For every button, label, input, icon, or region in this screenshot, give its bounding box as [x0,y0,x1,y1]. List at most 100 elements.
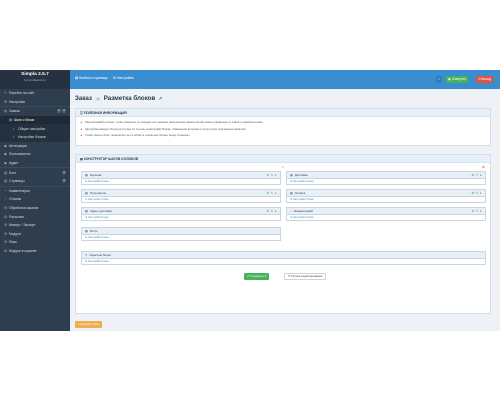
block-header[interactable]: ▦ Адрес доставки ⚙ ✎ ● [82,208,280,215]
tab-label: Настройки [116,76,134,80]
block-tools[interactable]: ⚙ ✎ ● [266,172,277,179]
block-settings-link[interactable]: ⚙ Настройки блока [82,235,280,241]
block-tools[interactable]: ⚙ ✎ ● [266,190,277,197]
block-settings-link[interactable]: ⚙ Настройки блока [82,259,485,265]
block-settings-link[interactable]: ⚙ Настройки блока [287,179,485,185]
external-link-icon[interactable]: ↗ [158,96,162,102]
chevron-down-icon[interactable]: ▾ [282,165,284,169]
block-settings-link[interactable]: ⚙ Настройки блока [82,197,280,203]
block-title: Доставка [294,173,308,177]
page-heading: Разметка блоков [103,95,156,102]
sidebar-item-steps-blocks[interactable]: ▤ Шаги и блоки [0,115,70,125]
block-title: Корзина [89,173,102,177]
warning-icon: ▲ [80,126,83,131]
block-title: Получатель [89,191,107,195]
sidebar-item-label: Модули [9,231,21,236]
badges: 3 [62,170,66,175]
link-label: Настройки блока [293,179,314,183]
sidebar-item-mailing[interactable]: ⚙ Рассылки [0,212,70,221]
breadcrumb[interactable]: Заказ [75,95,92,102]
sidebar-item-modules[interactable]: ⚙ Модули [0,230,70,239]
tab-settings[interactable]: ⚙ Настройки [113,76,134,80]
sidebar-item-label: Интеграции [9,143,27,148]
order-block[interactable]: ▦ Адрес доставки ⚙ ✎ ● ⚙ Настройки блока [81,207,281,221]
hidden-blocks-area[interactable]: ✎ Скрытые блоки ⚙ Настройки блока [81,251,486,265]
order-block[interactable]: ▦ Получатель ⚙ ✎ ● ⚙ Настройки блока [81,189,281,203]
delivery-icon: ▦ [290,173,293,177]
order-block[interactable]: ○ Комментарий ⚙ ✎ ● ⚙ Настройки блока [286,207,486,221]
save-button[interactable]: ✔ Сохранить ▾ [244,273,270,280]
crumb-badge: 0 [95,96,101,101]
order-block[interactable]: ▦ Корзина ⚙ ✎ ● ⚙ Настройки блока [81,171,281,185]
delete-icon[interactable]: ⊗ [482,165,485,169]
manual-edit-button[interactable]: ✎ Ручное редактирование [284,273,327,280]
sidebar-item-label: Страницы [9,179,25,184]
block-tools[interactable]: ⚙ ✎ ● [471,190,482,197]
block-settings-link[interactable]: ⚙ Настройки блока [82,179,280,185]
block-settings-link[interactable]: ⚙ Настройки блока [287,197,485,203]
block-header[interactable]: ▦ Корзина ⚙ ✎ ● [82,172,280,179]
sidebar-item-label: Пользователи [9,152,31,157]
sidebar-item-label: Отзывы [9,197,22,202]
sidebar-item-order-processing[interactable]: ⚙ Обработка заказов [0,204,70,213]
sidebar-item-general-settings[interactable]: • Общие настройки [0,124,70,133]
sidebar-item-comments[interactable]: ◔ Комментарии [0,187,70,196]
total-icon: ▦ [85,229,88,233]
block-header[interactable]: ✎ Скрытые блоки [82,252,485,259]
sidebar-item-blog[interactable]: ▥ Блог 3 [0,168,70,177]
sidebar-item-label: Настройки блоков [18,135,46,140]
sidebar-item-reviews[interactable]: ◔ Отзывы [0,195,70,204]
sidebar-item-label: Модули в корзине [9,248,37,253]
sidebar-item-pages[interactable]: ▥ Страницы 3 [0,177,70,186]
sidebar-item-integrations[interactable]: ◆ Интеграции [0,142,70,151]
block-header[interactable]: ▦ Итого [82,228,280,235]
link-label: Настройки блока [293,215,314,219]
link-label: Настройки блока [293,197,314,201]
block-header[interactable]: ▦ Оплата ⚙ ✎ ● [287,190,485,197]
sidebar-item-site[interactable]: ✎ Перейти на сайт [0,89,70,98]
block-header[interactable]: ▦ Получатель ⚙ ✎ ● [82,190,280,197]
brand[interactable]: Simpla 2.5.7 by simplacms.ru [0,70,70,89]
logout-button[interactable]: ⏻ Выход [476,76,493,83]
info-text: Чтобы скрыть блок, перенесите его в обла… [84,133,191,138]
sidebar-item-language[interactable]: ⚙ Язык [0,238,70,247]
sidebar: Simpla 2.5.7 by simplacms.ru ✎ Перейти н… [0,70,70,331]
order-block[interactable]: ▦ Итого ⚙ Настройки блока [81,227,281,241]
count-badge: 2 [57,109,61,114]
sidebar-item-orders[interactable]: ◍ Заказы 2 3 [0,107,70,116]
button-label: Смотреть [451,77,467,81]
home-button[interactable]: ⌂ [436,76,442,83]
sidebar-item-users[interactable]: ◆ Пользователи [0,150,70,159]
top-bar: ▤ Шаблон страницы ⚙ Настройки ⌂ ▣ Смотре… [70,70,500,89]
view-site-button[interactable]: ▣ Смотреть [446,76,469,83]
add-block-button[interactable]: + Добавить блок [75,321,103,328]
sidebar-item-settings[interactable]: ☰ Настройки [0,98,70,107]
count-badge: 3 [62,170,66,175]
info-text: Перетаскивайте блоки, чтобы изменить их … [84,120,264,125]
sidebar-item-import-export[interactable]: ⚙ Импорт / Экспорт [0,221,70,230]
order-block[interactable]: ▦ Оплата ⚙ ✎ ● ⚙ Настройки блока [286,189,486,203]
payment-icon: ▦ [290,191,293,195]
block-settings-link[interactable]: ⚙ Настройки блока [287,215,485,221]
sidebar-item-label: Настройки [9,99,26,104]
count-badge: 3 [62,109,66,114]
block-header[interactable]: ▦ Доставка ⚙ ✎ ● [287,172,485,179]
block-header[interactable]: ○ Комментарий ⚙ ✎ ● [287,208,485,215]
badges: 2 3 [57,109,66,114]
info-line: ▲ Перетаскивайте блоки, чтобы изменить их… [76,119,490,126]
builder-panel: ▤ КОНСТРУКТОР ШАГОВ И БЛОКОВ ▾ ⊗ ▦ Корзин… [75,154,491,314]
count-badge: 3 [62,179,66,184]
tab-page-template[interactable]: ▤ Шаблон страницы [75,76,108,80]
order-block[interactable]: ▦ Доставка ⚙ ✎ ● ⚙ Настройки блока [286,171,486,185]
block-tools[interactable]: ⚙ ✎ ● [471,208,482,215]
sidebar-item-cart-modules[interactable]: ⚙ Модули в корзине [0,247,70,256]
info-line: ▲ Настройки каждого блока доступны по ссы… [76,126,490,133]
block-settings-link[interactable]: ⚙ Настройки блока [82,215,280,221]
sidebar-item-label: Рассылки [9,214,24,219]
tab-label: Шаблон страницы [79,76,108,80]
sidebar-item-audit[interactable]: ◆ Аудит [0,159,70,168]
sidebar-item-block-settings[interactable]: • Настройки блоков [0,132,70,142]
block-tools[interactable]: ⚙ ✎ ● [471,172,482,179]
block-tools[interactable]: ⚙ ✎ ● [266,208,277,215]
app-window: Simpla 2.5.7 by simplacms.ru ✎ Перейти н… [0,70,500,331]
